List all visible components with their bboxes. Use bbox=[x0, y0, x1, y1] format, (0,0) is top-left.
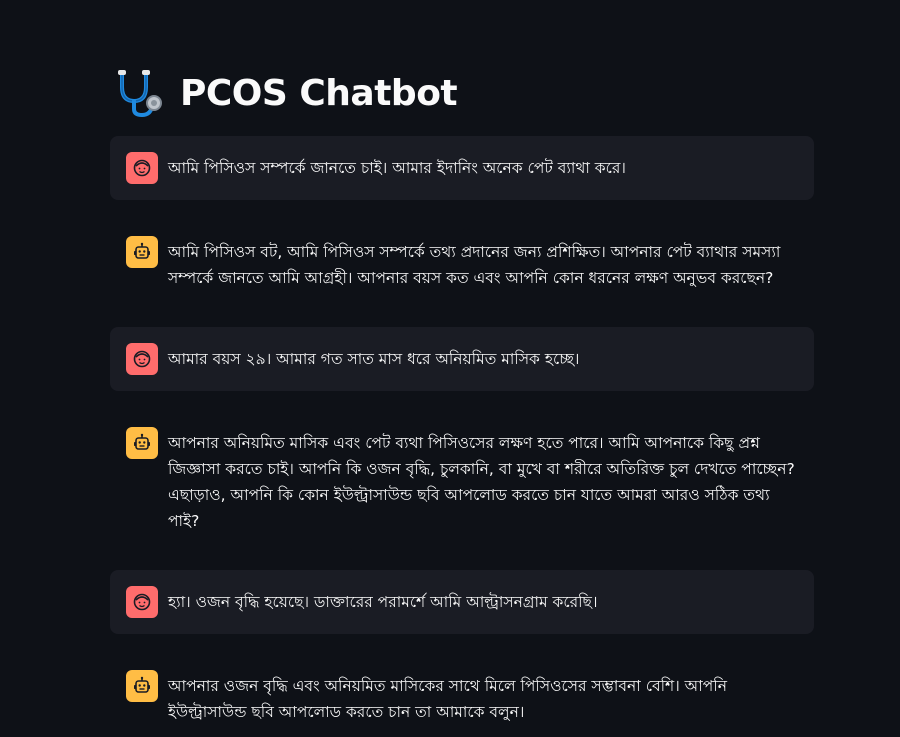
user-face-icon bbox=[133, 350, 151, 368]
message-text: আপনার অনিয়মিত মাসিক এবং পেট ব্যথা পিসিও… bbox=[168, 434, 795, 530]
message-text: আমি পিসিওস বট, আমি পিসিওস সম্পর্কে তথ্য … bbox=[168, 243, 781, 287]
assistant-avatar bbox=[126, 236, 158, 268]
main-container: PCOS Chatbot আমি পিসিওস সম্পর্কে জানতে চ… bbox=[110, 60, 814, 737]
robot-icon bbox=[134, 242, 150, 259]
robot-icon bbox=[134, 433, 150, 450]
chat-message-assistant: আমি পিসিওস বট, আমি পিসিওস সম্পর্কে তথ্য … bbox=[110, 220, 814, 307]
page-title: PCOS Chatbot bbox=[180, 72, 458, 114]
user-avatar bbox=[126, 586, 158, 618]
chat-message-user: আমি পিসিওস সম্পর্কে জানতে চাই। আমার ইদান… bbox=[110, 136, 814, 200]
message-text: হ্যা। ওজন বৃদ্ধি হয়েছে। ডাক্তারের পরামর… bbox=[168, 593, 598, 611]
user-avatar bbox=[126, 152, 158, 184]
message-text: আমার বয়স ২৯। আমার গত সাত মাস ধরে অনিয়ম… bbox=[168, 350, 580, 368]
chat-message-user: আমার বয়স ২৯। আমার গত সাত মাস ধরে অনিয়ম… bbox=[110, 327, 814, 391]
stethoscope-icon bbox=[118, 70, 162, 118]
user-face-icon bbox=[133, 159, 151, 177]
title-row: PCOS Chatbot bbox=[110, 60, 814, 126]
assistant-avatar bbox=[126, 670, 158, 702]
user-avatar bbox=[126, 343, 158, 375]
message-text: আপনার ওজন বৃদ্ধি এবং অনিয়মিত মাসিকের সা… bbox=[168, 677, 727, 721]
chat-message-user: হ্যা। ওজন বৃদ্ধি হয়েছে। ডাক্তারের পরামর… bbox=[110, 570, 814, 634]
user-face-icon bbox=[133, 593, 151, 611]
robot-icon bbox=[134, 676, 150, 693]
chat-message-assistant: আপনার অনিয়মিত মাসিক এবং পেট ব্যথা পিসিও… bbox=[110, 411, 814, 550]
message-text: আমি পিসিওস সম্পর্কে জানতে চাই। আমার ইদান… bbox=[168, 159, 626, 177]
assistant-avatar bbox=[126, 427, 158, 459]
app-root: PCOS Chatbot আমি পিসিওস সম্পর্কে জানতে চ… bbox=[0, 0, 900, 737]
chat-message-assistant: আপনার ওজন বৃদ্ধি এবং অনিয়মিত মাসিকের সা… bbox=[110, 654, 814, 737]
